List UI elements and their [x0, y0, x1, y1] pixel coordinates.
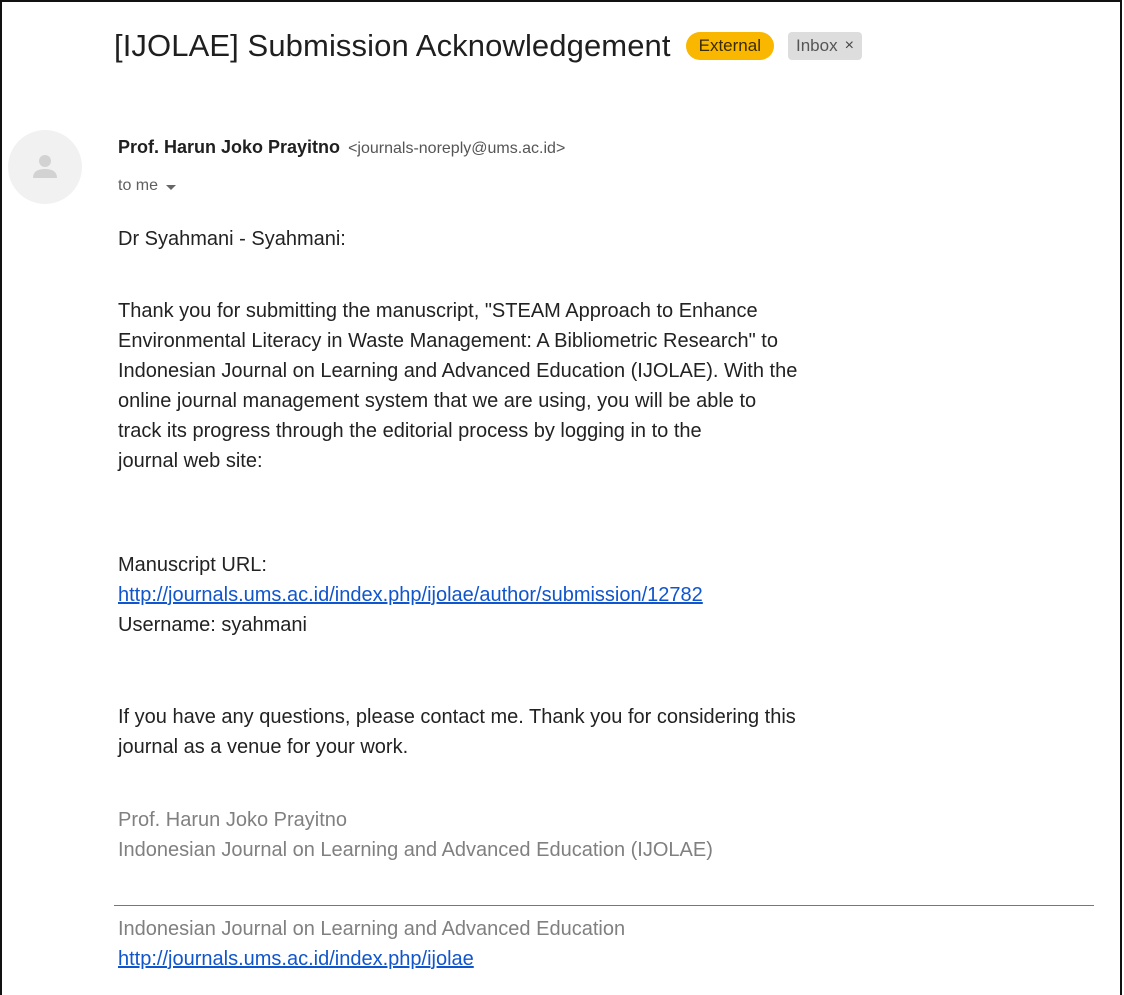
footer-block: Indonesian Journal on Learning and Advan…	[118, 914, 1108, 974]
inbox-label-chip: Inbox ×	[788, 32, 862, 60]
inbox-label-text: Inbox	[796, 36, 838, 55]
recipient-details-toggle[interactable]: to me	[118, 177, 177, 195]
footer-journal-name: Indonesian Journal on Learning and Advan…	[118, 918, 626, 940]
paragraph-line: Thank you for submitting the manuscript,…	[118, 300, 758, 322]
sender-avatar[interactable]	[8, 130, 82, 204]
email-greeting: Dr Syahmani - Syahmani:	[118, 228, 346, 250]
email-paragraph-2: If you have any questions, please contac…	[118, 702, 1108, 762]
sender-name[interactable]: Prof. Harun Joko Prayitno	[118, 137, 340, 157]
recipient-label: to me	[118, 177, 159, 194]
paragraph-line: journal as a venue for your work.	[118, 736, 409, 758]
manuscript-url-label: Manuscript URL:	[118, 554, 267, 576]
sender-line: Prof. Harun Joko Prayitno <journals-nore…	[118, 137, 565, 158]
signature-divider	[114, 905, 1094, 906]
person-icon	[33, 155, 57, 178]
email-subject: [IJOLAE] Submission Acknowledgement	[114, 28, 671, 63]
sender-email: <journals-noreply@ums.ac.id>	[348, 140, 566, 157]
paragraph-line: Environmental Literacy in Waste Manageme…	[118, 330, 778, 352]
chevron-down-icon	[166, 184, 177, 190]
manuscript-url-link[interactable]: http://journals.ums.ac.id/index.php/ijol…	[118, 584, 703, 606]
signature-name: Prof. Harun Joko Prayitno	[118, 809, 347, 831]
footer-journal-link[interactable]: http://journals.ums.ac.id/index.php/ijol…	[118, 948, 474, 970]
email-paragraph-1: Thank you for submitting the manuscript,…	[118, 296, 1108, 476]
paragraph-line: If you have any questions, please contac…	[118, 706, 796, 728]
subject-row: [IJOLAE] Submission Acknowledgement Exte…	[114, 28, 862, 64]
username-text: Username: syahmani	[118, 614, 307, 636]
signature-journal: Indonesian Journal on Learning and Advan…	[118, 839, 713, 861]
external-label-badge: External	[685, 32, 774, 60]
remove-label-icon[interactable]: ×	[845, 35, 854, 57]
paragraph-line: online journal management system that we…	[118, 390, 757, 412]
paragraph-line: journal web site:	[118, 450, 263, 472]
signature-block: Prof. Harun Joko Prayitno Indonesian Jou…	[118, 805, 1108, 865]
paragraph-line: Indonesian Journal on Learning and Advan…	[118, 360, 798, 382]
paragraph-line: track its progress through the editorial…	[118, 420, 702, 442]
manuscript-info: Manuscript URL: http://journals.ums.ac.i…	[118, 550, 1108, 640]
